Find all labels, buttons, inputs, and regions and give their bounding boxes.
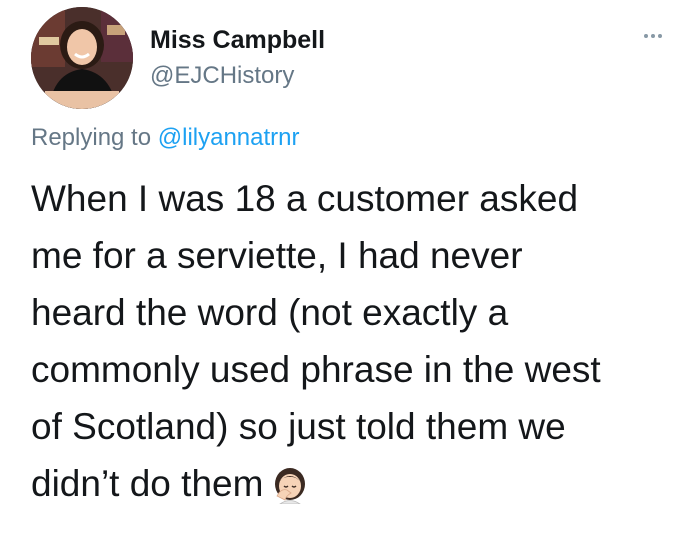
tweet-text-line: commonly used phrase in the west (31, 349, 601, 390)
replying-to: Replying to @lilyannatrnr (31, 124, 300, 152)
reply-mention-link[interactable]: @lilyannatrnr (158, 124, 300, 151)
tweet-text-line: heard the word (not exactly a (31, 292, 509, 333)
dot (651, 34, 655, 38)
replying-to-label: Replying to (31, 124, 152, 151)
tweet-text: When I was 18 a customer asked me for a … (31, 170, 681, 520)
tweet-card: Miss Campbell @EJCHistory Replying to @l… (0, 0, 700, 554)
profile-photo (31, 7, 133, 109)
tweet-text-last-line: didn’t do them (31, 455, 681, 520)
dot (658, 34, 662, 38)
tweet-text-line: me for a serviette, I had never (31, 235, 523, 276)
tweet-text-line: of Scotland) so just told them we (31, 406, 566, 447)
author-handle[interactable]: @EJCHistory (150, 62, 294, 90)
tweet-text-line: didn’t do them (31, 463, 264, 504)
avatar[interactable] (31, 7, 133, 109)
woman-facepalming-emoji-icon (271, 463, 309, 520)
dot (644, 34, 648, 38)
more-options-icon[interactable] (636, 24, 670, 48)
tweet-text-line: When I was 18 a customer asked (31, 178, 579, 219)
author-name[interactable]: Miss Campbell (150, 26, 325, 55)
